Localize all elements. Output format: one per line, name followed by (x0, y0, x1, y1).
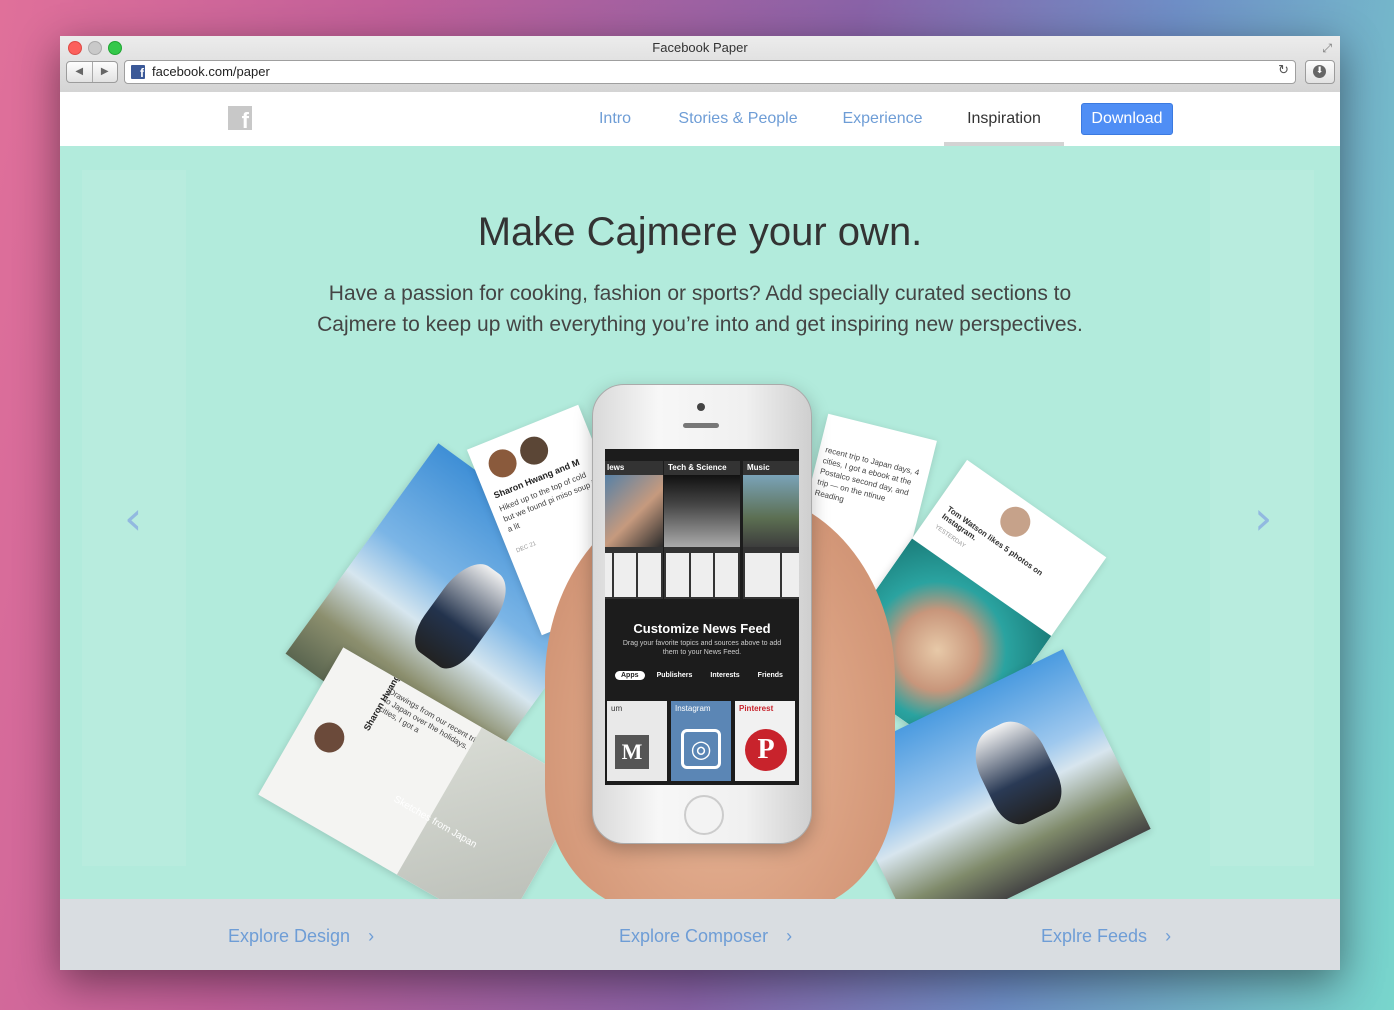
window-title: Facebook Paper (652, 40, 748, 55)
avatar (484, 445, 521, 482)
tile-pinterest[interactable]: Pinterest P (735, 701, 795, 781)
tab-interests[interactable]: Interests (704, 671, 745, 680)
section-image (743, 475, 799, 547)
avatar (994, 500, 1037, 543)
hero-section: ‹ › Make Cajmere your own. Have a passio… (60, 146, 1340, 899)
avatar (515, 432, 553, 469)
explore-composer-label: Explore Composer (619, 926, 769, 946)
browser-window: Facebook Paper ⤢ ◀ ▶ f facebook.com/pape… (60, 36, 1340, 970)
section-news[interactable]: lews (605, 461, 663, 599)
speaker-grille (683, 423, 719, 428)
medium-logo-icon: M (615, 735, 649, 769)
back-forward-buttons: ◀ ▶ (66, 61, 118, 83)
browser-titlebar: Facebook Paper ⤢ ◀ ▶ f facebook.com/pape… (60, 36, 1340, 93)
nav-experience[interactable]: Experience (835, 92, 930, 146)
tile-medium[interactable]: um M (607, 701, 667, 781)
skier-figure (405, 552, 519, 678)
site-nav: f Intro Stories & People Experience Insp… (60, 92, 1340, 146)
chevron-right-icon: › (368, 926, 375, 946)
customize-feed-subtitle: Drag your favorite topics and sources ab… (622, 640, 782, 656)
nav-stories-people[interactable]: Stories & People (674, 92, 802, 146)
section-image (664, 475, 740, 547)
reload-icon[interactable]: ↻ (1278, 63, 1289, 78)
section-thumbnails (605, 553, 662, 597)
explore-design-label: Explore Design (228, 926, 351, 946)
facebook-logo-icon[interactable]: f (228, 106, 252, 130)
explore-composer-link[interactable]: Explore Composer › (619, 899, 792, 970)
phone-device: lews Tech & Science Music Customize News… (592, 384, 812, 844)
prev-arrow-icon[interactable]: ‹ (124, 491, 142, 545)
pinterest-logo-icon: P (745, 729, 787, 771)
home-button (684, 795, 724, 835)
nav-intro[interactable]: Intro (590, 92, 640, 146)
section-music[interactable]: Music (743, 461, 799, 599)
avatar (308, 717, 350, 758)
hero-headline: Make Cajmere your own. (477, 210, 923, 254)
back-button[interactable]: ◀ (67, 62, 93, 82)
next-arrow-icon[interactable]: › (1254, 491, 1272, 545)
card-date: DEC 21 (515, 540, 538, 555)
customize-feed-title: Customize News Feed (633, 621, 771, 636)
camera-icon (697, 403, 705, 411)
tile-instagram[interactable]: Instagram ◎ (671, 701, 731, 781)
instagram-logo-icon: ◎ (681, 729, 721, 769)
tab-apps[interactable]: Apps (615, 671, 645, 680)
download-icon: ⬇ (1313, 65, 1326, 78)
explore-feeds-label: Explre Feeds (1041, 926, 1148, 946)
nav-inspiration[interactable]: Inspiration (944, 92, 1064, 146)
card-text: recent trip to Japan days, 4 cities, I g… (813, 445, 921, 504)
downloads-button[interactable]: ⬇ (1305, 60, 1335, 84)
explore-feeds-link[interactable]: Explre Feeds › (1041, 899, 1171, 970)
phone-screen: lews Tech & Science Music Customize News… (605, 449, 799, 785)
section-thumbnails (745, 553, 799, 597)
tab-publishers[interactable]: Publishers (651, 671, 699, 680)
download-button[interactable]: Download (1081, 103, 1173, 135)
forward-button[interactable]: ▶ (93, 62, 118, 82)
chevron-right-icon: › (1165, 926, 1172, 946)
facebook-favicon-icon: f (131, 65, 145, 80)
chevron-right-icon: › (786, 926, 793, 946)
url-text[interactable]: facebook.com/paper (152, 64, 270, 79)
skier-figure (963, 711, 1071, 832)
fullscreen-icon[interactable]: ⤢ (1322, 41, 1332, 56)
section-image (605, 475, 663, 547)
section-thumbnails (666, 553, 739, 597)
explore-design-link[interactable]: Explore Design › (228, 899, 374, 970)
address-bar[interactable]: f facebook.com/paper ↻ (124, 60, 1296, 84)
tab-friends[interactable]: Friends (752, 671, 789, 680)
customize-feed-tabs: Apps Publishers Interests Friends (615, 671, 789, 680)
explore-footer: Explore Design › Explore Composer › Explre… (60, 899, 1340, 970)
section-tech-science[interactable]: Tech & Science (664, 461, 740, 599)
hero-subtext: Have a passion for cooking, fashion or s… (317, 282, 1083, 336)
